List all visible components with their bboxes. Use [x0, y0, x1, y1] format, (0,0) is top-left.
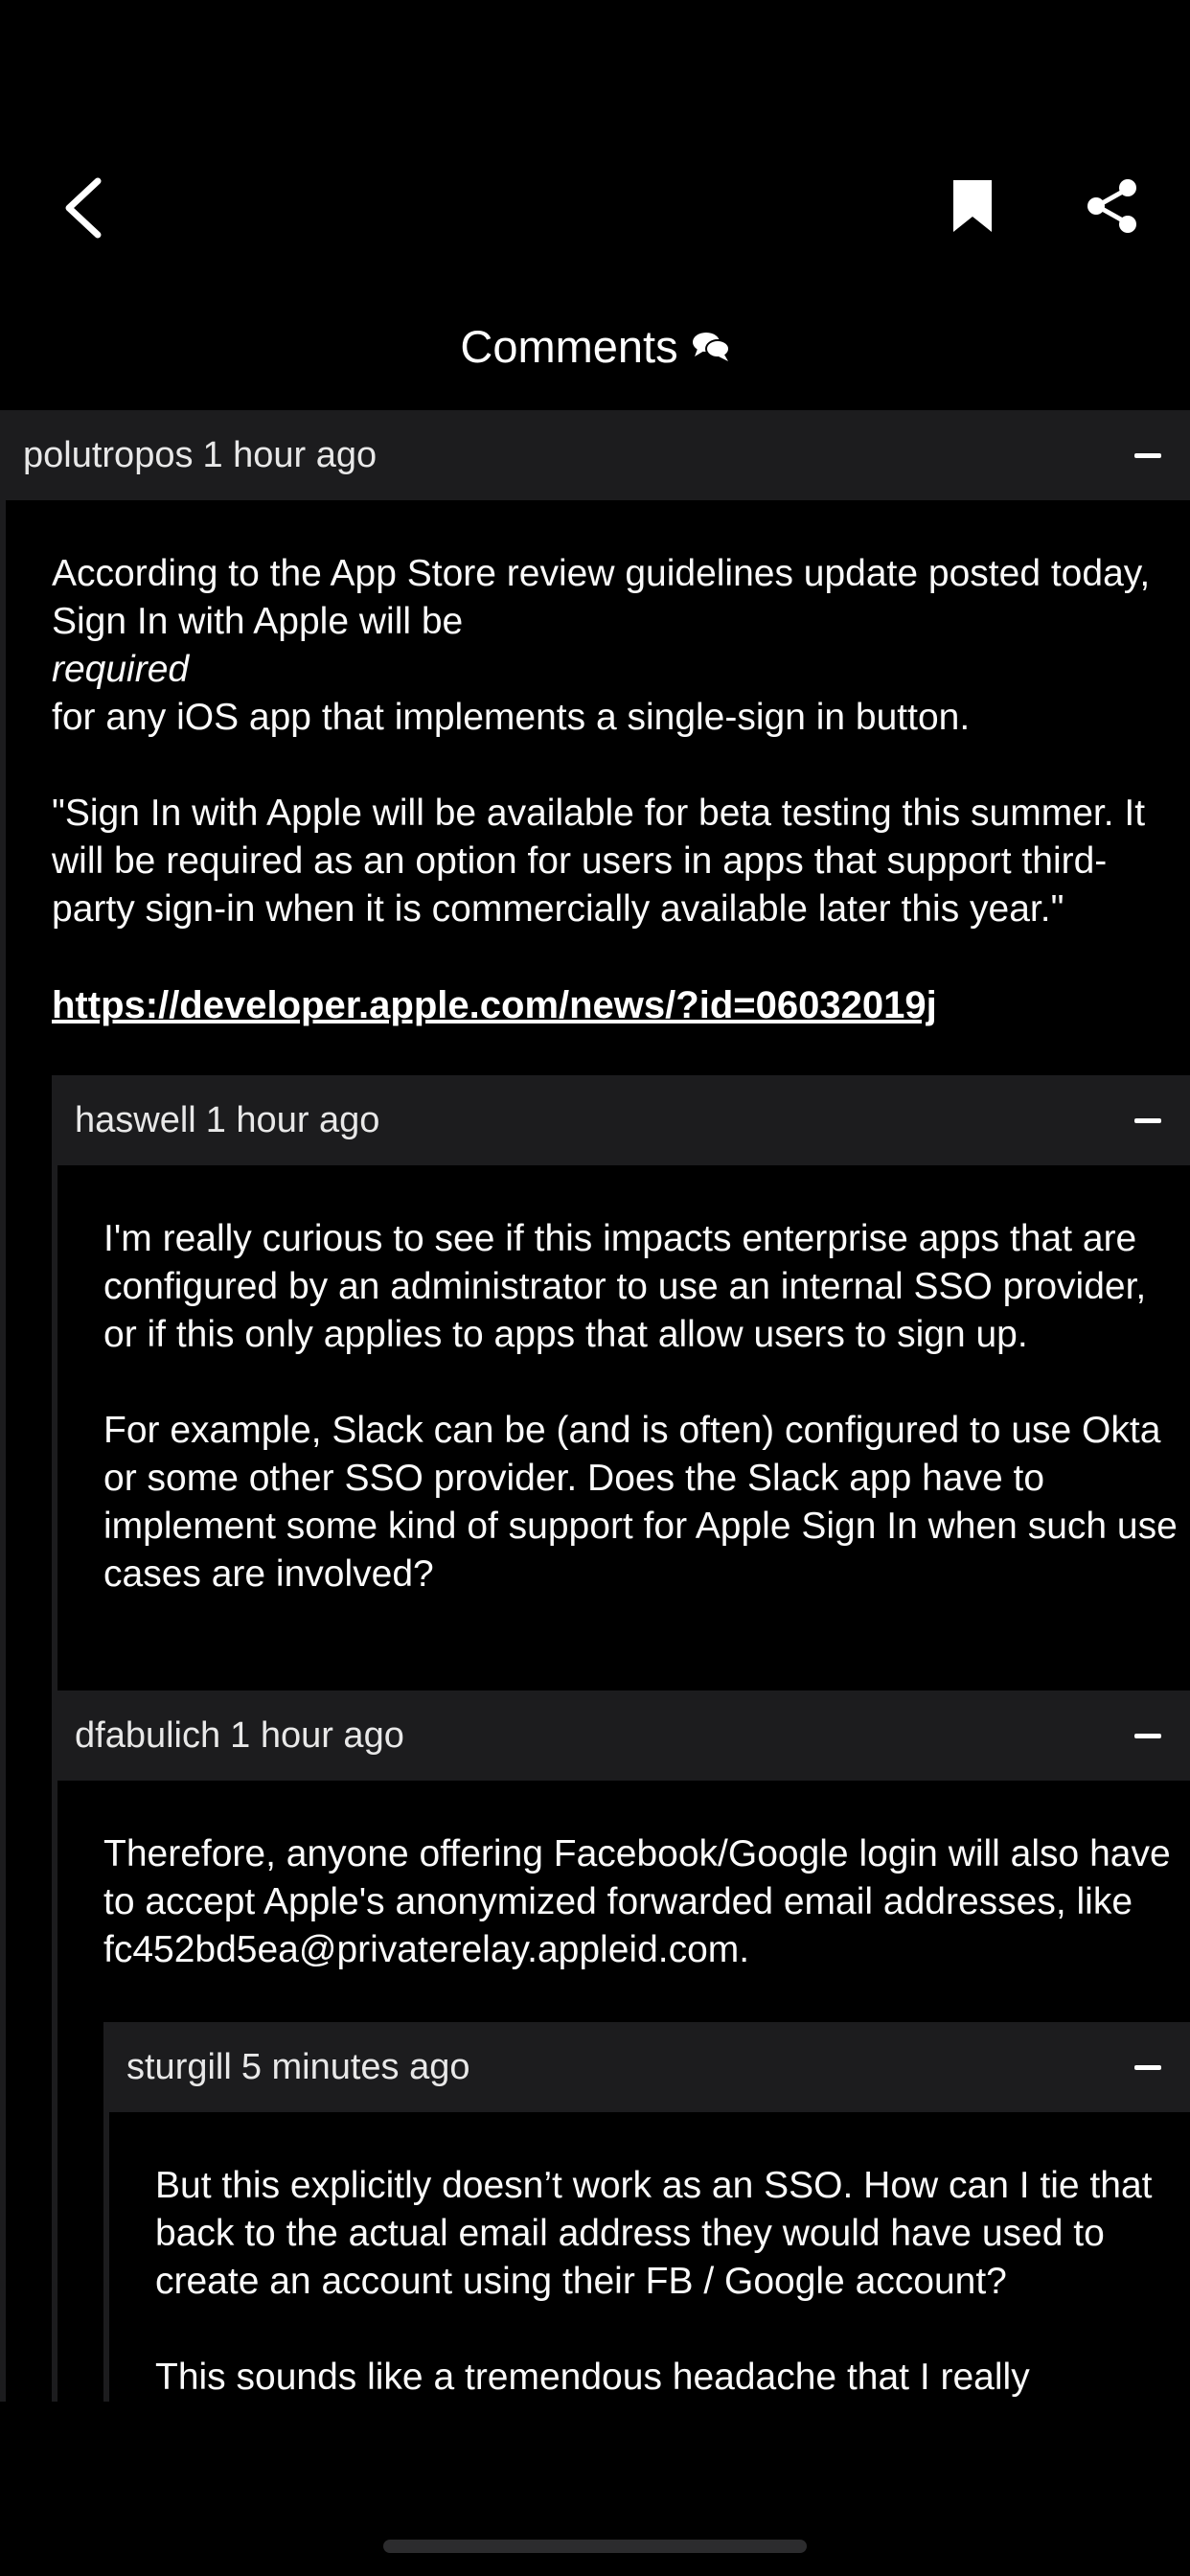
comment-paragraph: I'm really curious to see if this impact…	[103, 1218, 1147, 1355]
minus-icon	[1134, 1733, 1161, 1738]
collapse-button[interactable]	[1129, 436, 1167, 474]
comment-paragraph: According to the App Store review guidel…	[52, 550, 1190, 742]
comment-author[interactable]: haswell	[75, 1100, 196, 1141]
comment-meta: haswell 1 hour ago	[75, 1100, 379, 1141]
comment-polutropos: polutropos 1 hour ago According to the A…	[0, 410, 1190, 2402]
comment-sturgill: sturgill 5 minutes ago But this explicit…	[103, 2022, 1190, 2402]
comment-author[interactable]: polutropos	[23, 435, 193, 476]
page-title: Comments	[0, 316, 1190, 378]
comment-meta: sturgill 5 minutes ago	[126, 2047, 470, 2088]
page-title-text: Comments	[460, 321, 678, 372]
share-button[interactable]	[1077, 171, 1148, 242]
home-indicator[interactable]	[383, 2540, 807, 2553]
collapse-button[interactable]	[1129, 1101, 1167, 1139]
comment-paragraph: Therefore, anyone offering Facebook/Goog…	[103, 1833, 1171, 1970]
comment-time: 1 hour ago	[205, 1099, 380, 1140]
comment-dfabulich: dfabulich 1 hour ago Therefore, anyone o…	[52, 1690, 1190, 2402]
comment-time: 5 minutes ago	[240, 2046, 470, 2087]
collapse-button[interactable]	[1129, 2048, 1167, 2086]
comment-text-part: According to the App Store review guidel…	[52, 553, 1151, 642]
comment-time: 1 hour ago	[202, 434, 378, 475]
comment-meta: polutropos 1 hour ago	[23, 435, 377, 476]
back-button[interactable]	[48, 165, 117, 251]
chevron-left-icon	[65, 177, 102, 239]
comment-paragraph: "Sign In with Apple will be available fo…	[52, 793, 1146, 930]
comment-body: I'm really curious to see if this impact…	[52, 1165, 1190, 1690]
comment-header[interactable]: haswell 1 hour ago	[52, 1075, 1190, 1165]
comment-meta: dfabulich 1 hour ago	[75, 1715, 404, 1757]
comment-author[interactable]: dfabulich	[75, 1715, 220, 1757]
comment-thread[interactable]: polutropos 1 hour ago According to the A…	[0, 410, 1190, 2576]
speech-bubbles-icon	[692, 333, 730, 361]
comment-header[interactable]: dfabulich 1 hour ago	[52, 1690, 1190, 1781]
comment-body: But this explicitly doesn’t work as an S…	[103, 2112, 1190, 2402]
comment-spacer	[103, 1646, 1190, 1690]
minus-icon	[1134, 452, 1161, 458]
comment-paragraph: For example, Slack can be (and is often)…	[103, 1410, 1178, 1595]
comment-header[interactable]: polutropos 1 hour ago	[0, 410, 1190, 500]
bookmark-button[interactable]	[941, 171, 1004, 242]
comment-emphasis: required	[52, 649, 190, 690]
comment-haswell: haswell 1 hour ago I'm really curious to…	[52, 1075, 1190, 1690]
comment-header[interactable]: sturgill 5 minutes ago	[103, 2022, 1190, 2112]
comment-paragraph: This sounds like a tremendous headache t…	[155, 2357, 1030, 2398]
comment-link[interactable]: https://developer.apple.com/news/?id=060…	[52, 981, 937, 1029]
share-icon	[1087, 179, 1136, 233]
comment-body: Therefore, anyone offering Facebook/Goog…	[52, 1781, 1190, 2402]
collapse-button[interactable]	[1129, 1716, 1167, 1755]
navigation-bar	[0, 0, 1190, 288]
comment-author[interactable]: sturgill	[126, 2047, 232, 2088]
comment-time: 1 hour ago	[230, 1714, 404, 1756]
bookmark-icon	[953, 180, 992, 232]
comment-paragraph: But this explicitly doesn’t work as an S…	[155, 2165, 1153, 2302]
comment-body: According to the App Store review guidel…	[0, 500, 1190, 2402]
minus-icon	[1134, 2064, 1161, 2070]
comment-text-part: for any iOS app that implements a single…	[52, 697, 971, 738]
minus-icon	[1134, 1117, 1161, 1123]
